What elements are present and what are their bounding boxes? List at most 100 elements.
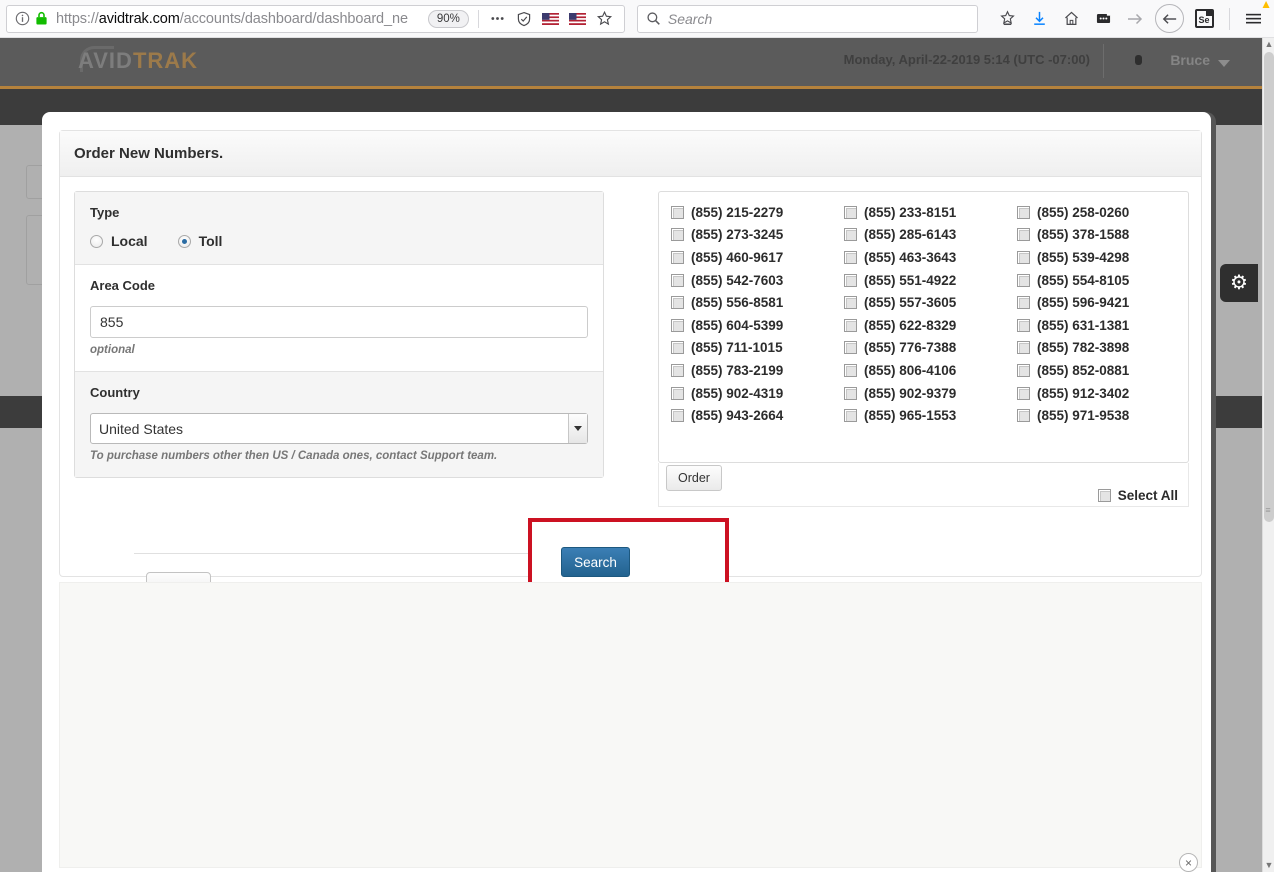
scrollbar-thumb[interactable] xyxy=(1264,52,1274,522)
chevron-down-icon[interactable] xyxy=(1218,60,1230,67)
page-scrollbar[interactable]: ▲ ≡ ▼ xyxy=(1262,38,1274,872)
order-button[interactable]: Order xyxy=(666,465,722,491)
number-option[interactable]: (855) 542-7603 xyxy=(671,269,830,292)
zoom-level-badge[interactable]: 90% xyxy=(427,9,469,28)
number-option[interactable]: (855) 622-8329 xyxy=(844,314,1003,337)
number-option[interactable]: (855) 965-1553 xyxy=(844,404,1003,427)
number-checkbox[interactable] xyxy=(1017,386,1030,400)
lock-icon[interactable] xyxy=(35,11,48,26)
radio-option-toll[interactable]: Toll xyxy=(177,233,222,249)
search-button[interactable]: Search xyxy=(561,547,630,577)
number-checkbox[interactable] xyxy=(844,296,857,310)
hamburger-menu-icon[interactable]: ▲ xyxy=(1238,0,1272,34)
number-option[interactable]: (855) 776-7388 xyxy=(844,337,1003,360)
page-actions-icon[interactable] xyxy=(484,11,511,26)
info-icon[interactable] xyxy=(15,11,30,26)
number-checkbox[interactable] xyxy=(671,296,684,310)
number-option[interactable]: (855) 556-8581 xyxy=(671,291,830,314)
number-option[interactable]: (855) 902-9379 xyxy=(844,382,1003,405)
bookmarks-library-icon[interactable] xyxy=(992,4,1022,34)
selenium-ide-icon[interactable]: Se xyxy=(1189,4,1219,34)
number-option[interactable]: (855) 604-5399 xyxy=(671,314,830,337)
number-checkbox[interactable] xyxy=(671,363,684,377)
number-checkbox[interactable] xyxy=(1017,250,1030,264)
radio-option-local[interactable]: Local xyxy=(90,233,148,249)
home-icon[interactable] xyxy=(1056,4,1086,34)
scroll-up-arrow-icon[interactable]: ▲ xyxy=(1263,38,1274,51)
forward-arrow-icon[interactable] xyxy=(1120,4,1150,34)
number-option[interactable]: (855) 273-3245 xyxy=(671,224,830,247)
number-option[interactable]: (855) 554-8105 xyxy=(1017,269,1176,292)
number-checkbox[interactable] xyxy=(1017,296,1030,310)
number-checkbox[interactable] xyxy=(844,386,857,400)
number-checkbox[interactable] xyxy=(1017,318,1030,332)
number-checkbox[interactable] xyxy=(1017,409,1030,423)
number-option[interactable]: (855) 782-3898 xyxy=(1017,337,1176,360)
number-option[interactable]: (855) 912-3402 xyxy=(1017,382,1176,405)
number-checkbox[interactable] xyxy=(844,341,857,355)
number-checkbox[interactable] xyxy=(671,341,684,355)
number-checkbox[interactable] xyxy=(671,409,684,423)
number-checkbox[interactable] xyxy=(671,273,684,287)
number-option[interactable]: (855) 971-9538 xyxy=(1017,404,1176,427)
number-checkbox[interactable] xyxy=(1017,228,1030,242)
number-option[interactable]: (855) 557-3605 xyxy=(844,291,1003,314)
number-checkbox[interactable] xyxy=(844,409,857,423)
bookmark-star-icon[interactable] xyxy=(591,10,618,27)
us-flag-icon[interactable] xyxy=(564,12,591,25)
url-bar[interactable]: https://avidtrak.com/accounts/dashboard/… xyxy=(6,4,625,33)
number-label: (855) 604-5399 xyxy=(691,317,784,333)
number-checkbox[interactable] xyxy=(844,205,857,219)
number-option[interactable]: (855) 711-1015 xyxy=(671,337,830,360)
number-checkbox[interactable] xyxy=(1017,341,1030,355)
number-option[interactable]: (855) 631-1381 xyxy=(1017,314,1176,337)
browser-search-bar[interactable]: Search xyxy=(636,4,978,33)
number-option[interactable]: (855) 463-3643 xyxy=(844,246,1003,269)
number-option[interactable]: (855) 596-9421 xyxy=(1017,291,1176,314)
number-option[interactable]: (855) 852-0881 xyxy=(1017,359,1176,382)
number-checkbox[interactable] xyxy=(844,363,857,377)
area-code-input[interactable] xyxy=(90,306,588,338)
number-option[interactable]: (855) 460-9617 xyxy=(671,246,830,269)
radio-local-indicator[interactable] xyxy=(90,234,103,248)
country-label: Country xyxy=(90,385,140,400)
number-option[interactable]: (855) 806-4106 xyxy=(844,359,1003,382)
number-option[interactable]: (855) 783-2199 xyxy=(671,359,830,382)
number-checkbox[interactable] xyxy=(1017,363,1030,377)
number-option[interactable]: (855) 378-1588 xyxy=(1017,224,1176,247)
number-option[interactable]: (855) 233-8151 xyxy=(844,201,1003,224)
country-select[interactable]: United States xyxy=(90,413,588,444)
pocket-icon[interactable] xyxy=(1088,4,1118,34)
number-checkbox[interactable] xyxy=(1017,273,1030,287)
number-option[interactable]: (855) 902-4319 xyxy=(671,382,830,405)
scroll-down-arrow-icon[interactable]: ▼ xyxy=(1263,859,1274,872)
number-option[interactable]: (855) 551-4922 xyxy=(844,269,1003,292)
type-section: Type Local Toll xyxy=(75,192,603,264)
user-name[interactable]: Bruce xyxy=(1170,52,1210,68)
number-option[interactable]: (855) 539-4298 xyxy=(1017,246,1176,269)
select-all-checkbox[interactable] xyxy=(1097,489,1111,502)
close-icon[interactable]: × xyxy=(1179,853,1198,872)
number-checkbox[interactable] xyxy=(1017,205,1030,219)
number-checkbox[interactable] xyxy=(671,228,684,242)
number-checkbox[interactable] xyxy=(671,318,684,332)
number-option[interactable]: (855) 258-0260 xyxy=(1017,201,1176,224)
back-arrow-icon[interactable] xyxy=(1155,4,1184,33)
number-checkbox[interactable] xyxy=(671,250,684,264)
number-option[interactable]: (855) 215-2279 xyxy=(671,201,830,224)
radio-toll-indicator[interactable] xyxy=(177,234,191,248)
number-checkbox[interactable] xyxy=(844,228,857,242)
tracking-protection-icon[interactable] xyxy=(511,11,537,27)
gear-settings-icon[interactable]: ⚙ xyxy=(1220,264,1258,302)
number-checkbox[interactable] xyxy=(671,386,684,400)
download-icon[interactable] xyxy=(1024,4,1054,34)
number-option[interactable]: (855) 285-6143 xyxy=(844,224,1003,247)
us-flag-icon[interactable] xyxy=(537,12,564,25)
number-checkbox[interactable] xyxy=(844,273,857,287)
number-checkbox[interactable] xyxy=(671,205,684,219)
number-option[interactable]: (855) 943-2664 xyxy=(671,404,830,427)
number-checkbox[interactable] xyxy=(844,318,857,332)
select-all-control[interactable]: Select All xyxy=(1097,488,1178,503)
scrollbar-grip-icon: ≡ xyxy=(1265,508,1271,515)
number-checkbox[interactable] xyxy=(844,250,857,264)
